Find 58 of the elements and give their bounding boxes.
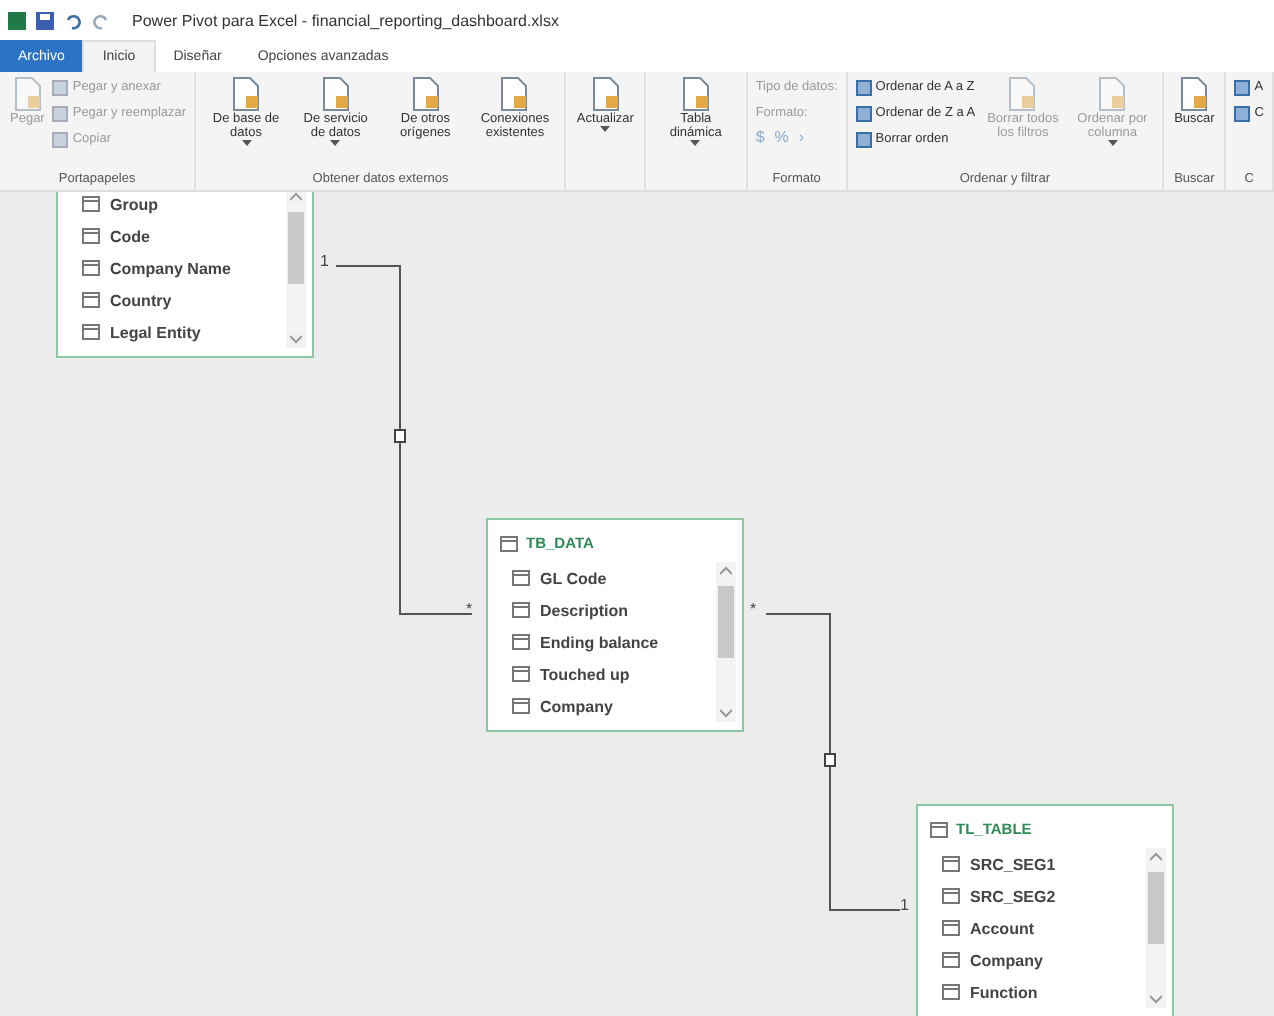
document-icon (1096, 76, 1129, 112)
field-name[interactable]: Code (110, 227, 150, 245)
excel-icon[interactable] (8, 11, 26, 29)
field-name[interactable]: Company Name (110, 259, 231, 277)
scrollbar[interactable] (716, 562, 736, 722)
table-icon (500, 535, 518, 551)
column-icon (942, 952, 960, 968)
scrollbar[interactable] (1146, 848, 1166, 1008)
field-name[interactable]: SRC_SEG1 (970, 855, 1056, 873)
field-name[interactable]: Legal Entity (110, 323, 201, 341)
field-name[interactable]: Description (540, 601, 629, 619)
document-icon (11, 76, 44, 112)
cardinality-label: 1 (900, 896, 909, 914)
field-name[interactable]: Company (540, 697, 613, 715)
redo-icon[interactable] (92, 11, 110, 29)
column-icon (512, 634, 530, 650)
field-name[interactable]: Ending balance (540, 633, 659, 651)
column-icon (512, 698, 530, 714)
cardinality-label: * (466, 600, 473, 618)
field-name[interactable]: Group (110, 195, 158, 213)
scroll-down-icon[interactable] (290, 332, 302, 344)
scroll-up-icon[interactable] (1150, 852, 1162, 864)
scroll-down-icon[interactable] (1150, 992, 1162, 1004)
field-name[interactable]: Account (970, 919, 1034, 937)
column-icon (82, 292, 100, 308)
field-name[interactable]: GL Code (540, 569, 607, 587)
scroll-up-icon[interactable] (720, 566, 732, 578)
field-name[interactable]: Country (110, 291, 172, 309)
column-icon (942, 856, 960, 872)
cardinality-label: * (750, 600, 757, 618)
field-name[interactable]: SRC_SEG2 (970, 887, 1056, 905)
relationship-marker[interactable] (824, 753, 836, 767)
field-name[interactable]: Touched up (540, 665, 630, 683)
column-icon (82, 260, 100, 276)
save-icon[interactable] (36, 11, 54, 29)
column-icon (512, 666, 530, 682)
field-name[interactable]: Company (970, 951, 1043, 969)
relationship-line[interactable] (765, 613, 901, 911)
scroll-down-icon[interactable] (720, 706, 732, 718)
column-icon (82, 196, 100, 212)
relationship-line[interactable] (335, 265, 473, 615)
undo-icon[interactable] (64, 11, 82, 29)
column-icon (942, 888, 960, 904)
column-icon (512, 602, 530, 618)
cardinality-label: 1 (320, 252, 329, 270)
table-card[interactable]: Group Code Company Name Country Legal Entity (56, 192, 314, 358)
column-icon (942, 920, 960, 936)
document-icon (1006, 76, 1039, 112)
window-title: Power Pivot para Excel - financial_reporting_dashboard.xlsx (132, 11, 559, 29)
column-icon (82, 324, 100, 340)
column-icon (82, 228, 100, 244)
scrollbar[interactable] (286, 192, 306, 348)
table-icon (930, 821, 948, 837)
relationship-marker[interactable] (394, 429, 406, 443)
column-icon (942, 984, 960, 1000)
column-icon (512, 570, 530, 586)
field-name[interactable]: Function (970, 983, 1038, 1001)
scroll-up-icon[interactable] (290, 192, 302, 204)
